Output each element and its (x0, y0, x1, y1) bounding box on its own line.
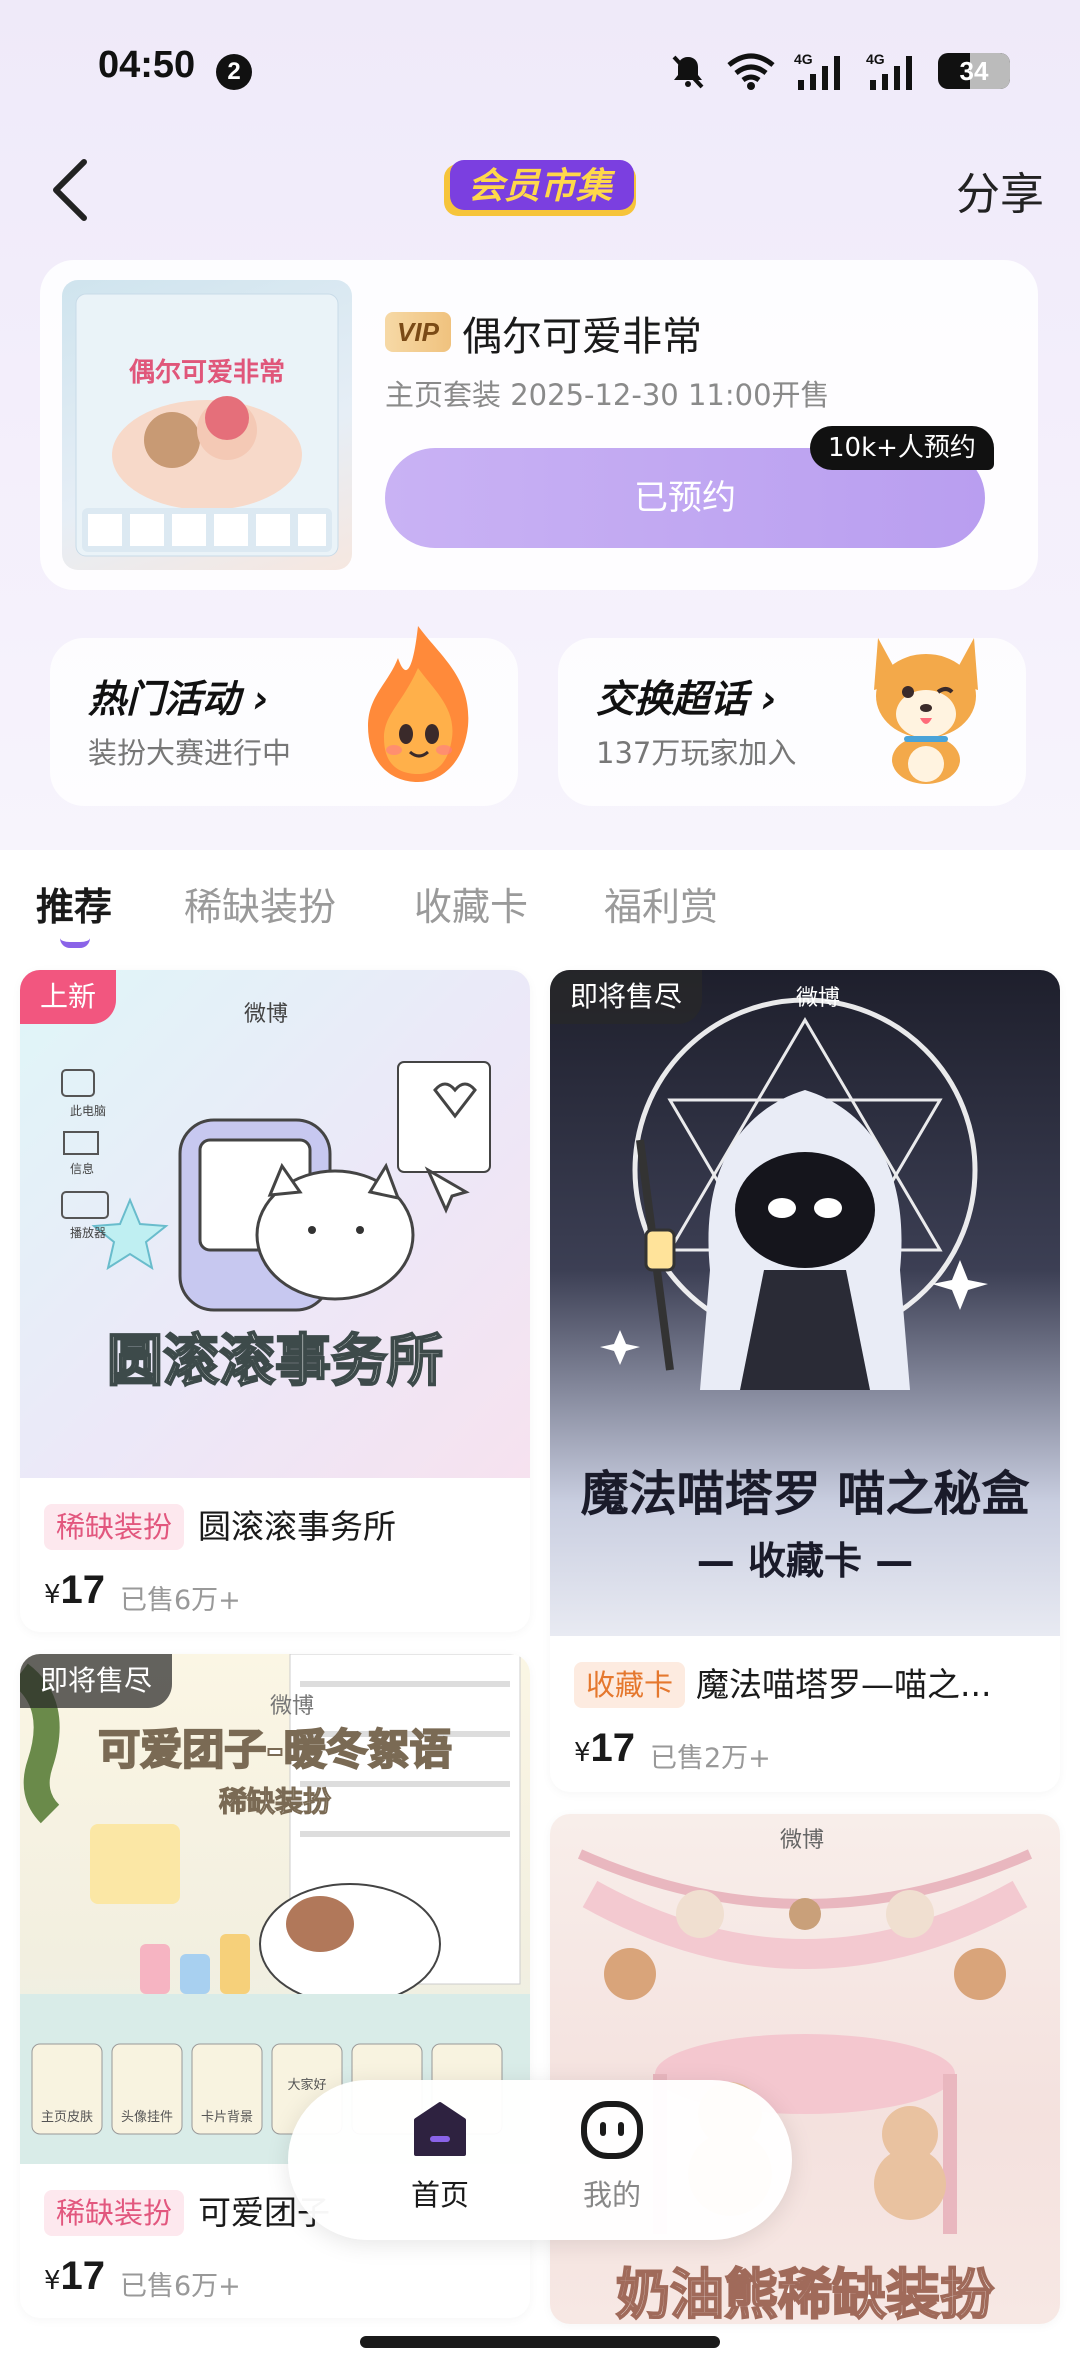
entry-subtitle: 137万玩家加入 (596, 736, 797, 770)
sold-count: 已售6万+ (120, 1585, 241, 1616)
selling-out-tag: 即将售尽 (20, 1654, 173, 1708)
hot-activities-entry[interactable]: 热门活动 › 装扮大赛进行中 (50, 626, 518, 806)
card-meta: 收藏卡 魔法喵塔罗—喵之... ¥17 已售2万+ (550, 1636, 1060, 1792)
category-tag: 稀缺装扮 (44, 1504, 185, 1550)
product-card[interactable]: 奶油熊稀缺装扮 微博 (550, 1814, 1060, 2324)
weibo-watermark: 微博 (780, 1828, 825, 1853)
weibo-watermark: 微博 (244, 1002, 289, 1027)
nav-home[interactable]: 首页 (380, 2100, 500, 2214)
selling-out-tag: 即将售尽 (550, 970, 703, 1024)
status-bar: 04:50 2 4G 4G 34 (0, 0, 1080, 140)
side-label: 信息 (70, 1162, 95, 1176)
new-tag: 上新 (20, 970, 117, 1024)
reserve-count-badge: 10k+人预约 (810, 426, 994, 470)
system-home-indicator[interactable] (360, 2336, 720, 2348)
member-market-logo: 会员市集 (444, 160, 636, 216)
top-nav-bar: 会员市集 分享 (0, 140, 1080, 240)
strip-label: 主页皮肤 (40, 2110, 93, 2125)
svg-text:4G: 4G (794, 51, 813, 67)
product-art-subtitle: — 收藏卡 — (696, 1539, 914, 1583)
tab-welfare[interactable]: 福利赏 (604, 876, 718, 931)
side-label: 播放器 (70, 1226, 107, 1240)
product-card[interactable]: 圆滚滚事务所 微博 此电脑 信息 播放器 上新 稀缺装扮 圆滚滚事务所 ¥17 … (20, 970, 530, 1632)
nav-home-label: 首页 (410, 2178, 469, 2212)
product-art-title: 圆滚滚事务所 (106, 1328, 444, 1395)
nav-me-label: 我的 (582, 2178, 641, 2212)
signal-4g-icon: 4G (866, 51, 912, 90)
product-image: 圆滚滚事务所 微博 此电脑 信息 播放器 (20, 970, 530, 1478)
product-title: 偶尔可爱非常 (462, 314, 702, 360)
status-icons: 4G 4G 34 (668, 48, 1010, 94)
profile-icon (581, 2101, 643, 2159)
featured-product-card[interactable]: 偶尔可爱非常 VIP 偶尔可爱非常 主页套装 2025-12-30 11:00开… (40, 260, 1038, 590)
category-tag: 稀缺装扮 (44, 2190, 185, 2236)
exchange-topic-entry[interactable]: 交换超话 › 137万玩家加入 (558, 638, 1026, 806)
sold-count: 已售6万+ (120, 2271, 241, 2302)
tab-collection-cards[interactable]: 收藏卡 (414, 876, 528, 931)
product-subtitle: 主页套装 2025-12-30 11:00开售 (385, 378, 830, 412)
sold-count: 已售2万+ (650, 1743, 771, 1774)
price: ¥17 (44, 1568, 106, 1612)
svg-text:会员市集: 会员市集 (468, 166, 616, 207)
price: ¥17 (574, 1726, 636, 1770)
bottom-nav: 首页 我的 (288, 2080, 792, 2240)
weibo-watermark: 微博 (796, 986, 841, 1011)
wifi-icon (727, 53, 775, 90)
product-name: 圆滚滚事务所 (198, 1507, 396, 1546)
entry-title: 交换超话 › (596, 677, 777, 721)
back-button[interactable] (30, 150, 110, 230)
strip-label: 卡片背景 (200, 2110, 253, 2125)
weibo-watermark: 微博 (270, 1694, 315, 1719)
product-card[interactable]: 魔法喵塔罗 喵之秘盒 — 收藏卡 — 微博 即将售尽 收藏卡 魔法喵塔罗—喵之.… (550, 970, 1060, 1792)
corgi-mascot-icon (874, 638, 978, 784)
flame-mascot-icon (368, 626, 469, 782)
product-image: 奶油熊稀缺装扮 微博 (550, 1814, 1060, 2324)
card-meta: 稀缺装扮 圆滚滚事务所 ¥17 已售6万+ (20, 1478, 530, 1632)
product-art-title: 奶油熊稀缺装扮 (615, 2262, 995, 2324)
clock: 04:50 (98, 44, 196, 86)
share-button[interactable]: 分享 (956, 158, 1044, 222)
vip-badge: VIP (385, 312, 451, 352)
category-tag: 收藏卡 (574, 1662, 686, 1708)
strip-label: 头像挂件 (120, 2110, 173, 2125)
nav-me[interactable]: 我的 (552, 2100, 672, 2214)
product-art-title: 魔法喵塔罗 喵之秘盒 (580, 1466, 1030, 1522)
svg-text:4G: 4G (866, 51, 885, 67)
thumbnail-title: 偶尔可爱非常 (128, 358, 285, 388)
notification-badge: 2 (216, 54, 252, 90)
entry-subtitle: 装扮大赛进行中 (88, 736, 292, 770)
signal-4g-icon: 4G (794, 51, 840, 90)
product-art-title: 可爱团子-暖冬絮语 (97, 1724, 452, 1775)
product-thumbnail: 偶尔可爱非常 (62, 280, 352, 570)
tab-active-indicator (60, 938, 90, 948)
tab-rare-outfits[interactable]: 稀缺装扮 (184, 876, 336, 931)
chevron-left-icon (53, 159, 87, 221)
home-icon (414, 2102, 466, 2156)
side-label: 此电脑 (70, 1104, 107, 1118)
product-art-subtitle: 稀缺装扮 (218, 1785, 331, 1819)
product-image: 魔法喵塔罗 喵之秘盒 — 收藏卡 — 微博 (550, 970, 1060, 1636)
battery-icon: 34 (938, 53, 1010, 89)
tab-recommend[interactable]: 推荐 (36, 876, 112, 931)
entry-title: 热门活动 › (88, 677, 269, 721)
category-tabs: 推荐 稀缺装扮 收藏卡 福利赏 (0, 858, 1080, 958)
mute-icon (672, 55, 704, 89)
price: ¥17 (44, 2254, 106, 2298)
product-name: 魔法喵塔罗—喵之... (696, 1665, 992, 1704)
